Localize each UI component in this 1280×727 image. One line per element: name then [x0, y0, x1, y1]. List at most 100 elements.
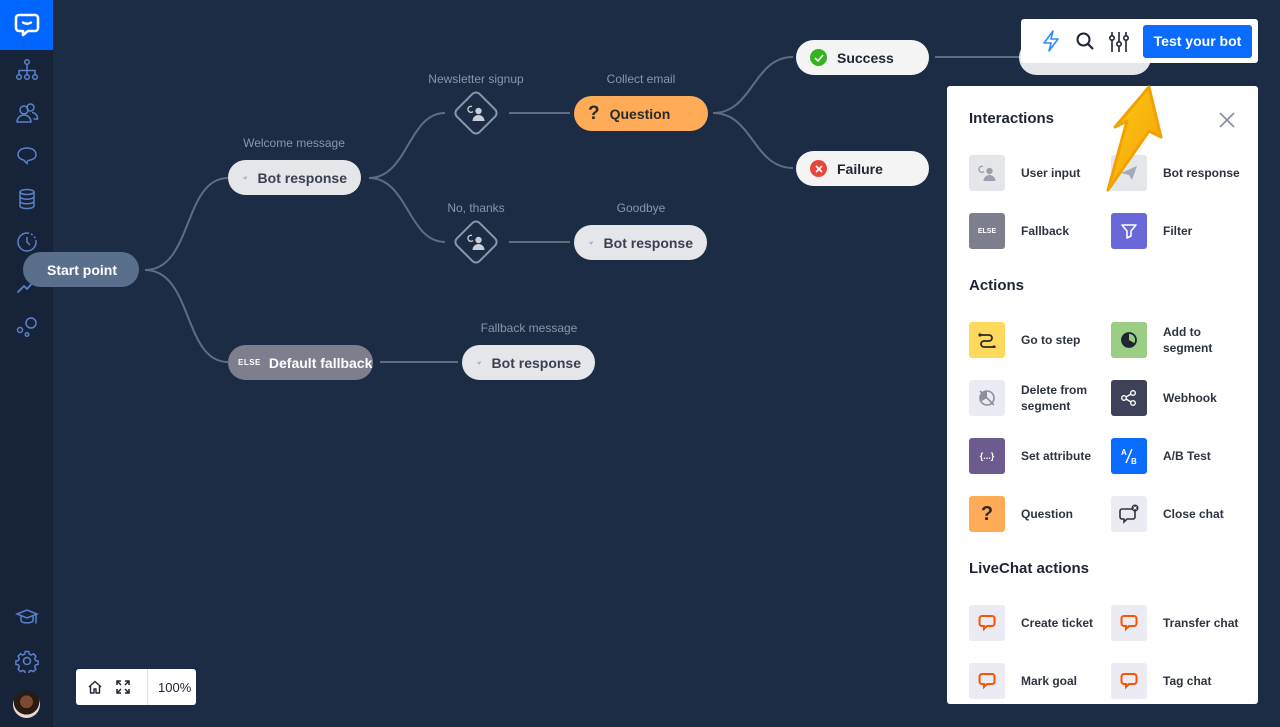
node-title-welcome: Welcome message: [243, 136, 345, 150]
lightning-icon: [1043, 30, 1059, 52]
add-step-panel: Interactions User input Bot response ELS…: [947, 86, 1258, 704]
node-start-point[interactable]: Start point: [23, 252, 139, 287]
home-button[interactable]: [81, 669, 109, 705]
node-title-no-thanks: No, thanks: [447, 201, 505, 215]
panel-item-label: Mark goal: [1021, 674, 1078, 688]
home-icon: [88, 680, 102, 694]
nav-audience[interactable]: [13, 99, 41, 127]
history-icon: [17, 232, 37, 252]
svg-text:B: B: [1131, 457, 1137, 466]
panel-item-label: Set attribute: [1021, 449, 1092, 463]
integrations-icon: [16, 317, 37, 338]
zoom-level[interactable]: 100%: [158, 680, 191, 695]
test-your-bot-button[interactable]: Test your bot: [1143, 24, 1252, 58]
user-avatar[interactable]: [13, 691, 40, 718]
section-title-livechat-actions: LiveChat actions: [969, 560, 1090, 577]
connector-welcome-nothanks: [368, 177, 446, 243]
connector-welcome-newsletter: [368, 112, 446, 179]
share-icon: [1111, 380, 1147, 416]
node-failure[interactable]: Failure: [796, 151, 929, 186]
node-title-newsletter: Newsletter signup: [428, 72, 524, 86]
panel-item-tag-chat[interactable]: Tag chat: [1111, 663, 1251, 699]
panel-item-label: Add to segment: [1163, 325, 1213, 355]
node-failure-label: Failure: [837, 160, 883, 177]
node-default-fallback-label: Default fallback: [268, 354, 373, 371]
zoom-divider: [147, 669, 148, 705]
node-title-goodbye: Goodbye: [616, 201, 666, 215]
nav-training[interactable]: [13, 142, 41, 170]
panel-item-transfer-chat[interactable]: Transfer chat: [1111, 605, 1251, 641]
panel-item-user-input[interactable]: User input: [969, 155, 1109, 191]
node-start-label: Start point: [47, 261, 117, 278]
search-button[interactable]: [1069, 25, 1101, 57]
livechat-icon: [969, 663, 1005, 699]
braces-tag: {...}: [979, 451, 995, 461]
zoom-control: 100%: [76, 669, 196, 705]
panel-item-webhook[interactable]: Webhook: [1111, 380, 1251, 416]
app-logo[interactable]: [0, 0, 53, 50]
user-input-icon: [464, 101, 488, 125]
question-tag: ?: [980, 502, 994, 525]
panel-item-fallback[interactable]: ELSE Fallback: [969, 213, 1109, 249]
paper-plane-icon: [476, 360, 482, 365]
node-goodbye-bot-response[interactable]: Bot response: [574, 225, 707, 260]
panel-item-set-attribute[interactable]: {...} Set attribute: [969, 438, 1109, 474]
node-welcome-label: Bot response: [257, 169, 347, 186]
close-panel-button[interactable]: [1217, 110, 1237, 130]
panel-item-label: Fallback: [1021, 224, 1070, 238]
panel-item-question[interactable]: ? Question: [969, 496, 1109, 532]
panel-item-label: Tag chat: [1163, 674, 1212, 688]
expand-icon: [116, 680, 130, 694]
node-goodbye-label: Bot response: [603, 234, 693, 251]
node-title-fallback-message: Fallback message: [480, 321, 578, 335]
connector-question-failure: [712, 112, 794, 169]
nav-stories[interactable]: [13, 56, 41, 84]
braces-icon: {...}: [969, 438, 1005, 474]
panel-item-filter[interactable]: Filter: [1111, 213, 1251, 249]
svg-text:A: A: [1121, 448, 1127, 457]
panel-item-go-to-step[interactable]: Go to step: [969, 322, 1109, 358]
panel-item-create-ticket[interactable]: Create ticket: [969, 605, 1109, 641]
panel-item-add-to-segment[interactable]: Add to segment: [1111, 322, 1251, 358]
node-welcome-bot-response[interactable]: Bot response: [228, 160, 361, 195]
nav-data[interactable]: [13, 185, 41, 213]
panel-item-mark-goal[interactable]: Mark goal: [969, 663, 1109, 699]
top-toolbar: Test your bot: [1021, 19, 1258, 63]
panel-item-label: Filter: [1163, 224, 1193, 238]
close-icon: [1219, 112, 1235, 128]
settings-sliders-button[interactable]: [1103, 25, 1135, 57]
else-tag: ELSE: [977, 227, 997, 235]
sitemap-icon: [15, 58, 39, 81]
node-success[interactable]: Success: [796, 40, 929, 75]
sliders-icon: [1108, 32, 1130, 52]
panel-item-label: Delete from segment: [1021, 383, 1088, 413]
panel-item-delete-from-segment[interactable]: Delete from segment: [969, 380, 1109, 416]
panel-item-ab-test[interactable]: AB A/B Test: [1111, 438, 1251, 474]
nav-settings[interactable]: [13, 647, 41, 675]
database-icon: [19, 188, 35, 210]
section-title-interactions: Interactions: [969, 110, 1055, 127]
close-chat-icon: [1111, 496, 1147, 532]
users-icon: [16, 103, 39, 123]
quick-actions-button[interactable]: [1035, 25, 1067, 57]
panel-item-label: Create ticket: [1021, 616, 1094, 630]
segment-icon: [1111, 322, 1147, 358]
node-fallback-bot-response[interactable]: Bot response: [462, 345, 595, 380]
graduation-cap-icon: [15, 609, 39, 624]
annotation-arrow-icon: [1106, 85, 1163, 192]
paper-plane-icon: [242, 175, 248, 180]
panel-item-label: Transfer chat: [1163, 616, 1239, 630]
node-question[interactable]: ? Question: [574, 96, 708, 131]
go-to-step-icon: [969, 322, 1005, 358]
node-question-label: Question: [609, 105, 671, 122]
nav-integrations[interactable]: [13, 313, 41, 341]
node-default-fallback[interactable]: ELSE Default fallback: [228, 345, 373, 380]
panel-item-close-chat[interactable]: Close chat: [1111, 496, 1251, 532]
question-mark-icon: ?: [588, 102, 600, 124]
nav-academy[interactable]: [13, 604, 41, 632]
fit-to-screen-button[interactable]: [109, 669, 137, 705]
delete-segment-icon: [969, 380, 1005, 416]
user-input-icon: [464, 230, 488, 254]
section-title-actions: Actions: [969, 277, 1025, 294]
livechat-icon: [969, 605, 1005, 641]
